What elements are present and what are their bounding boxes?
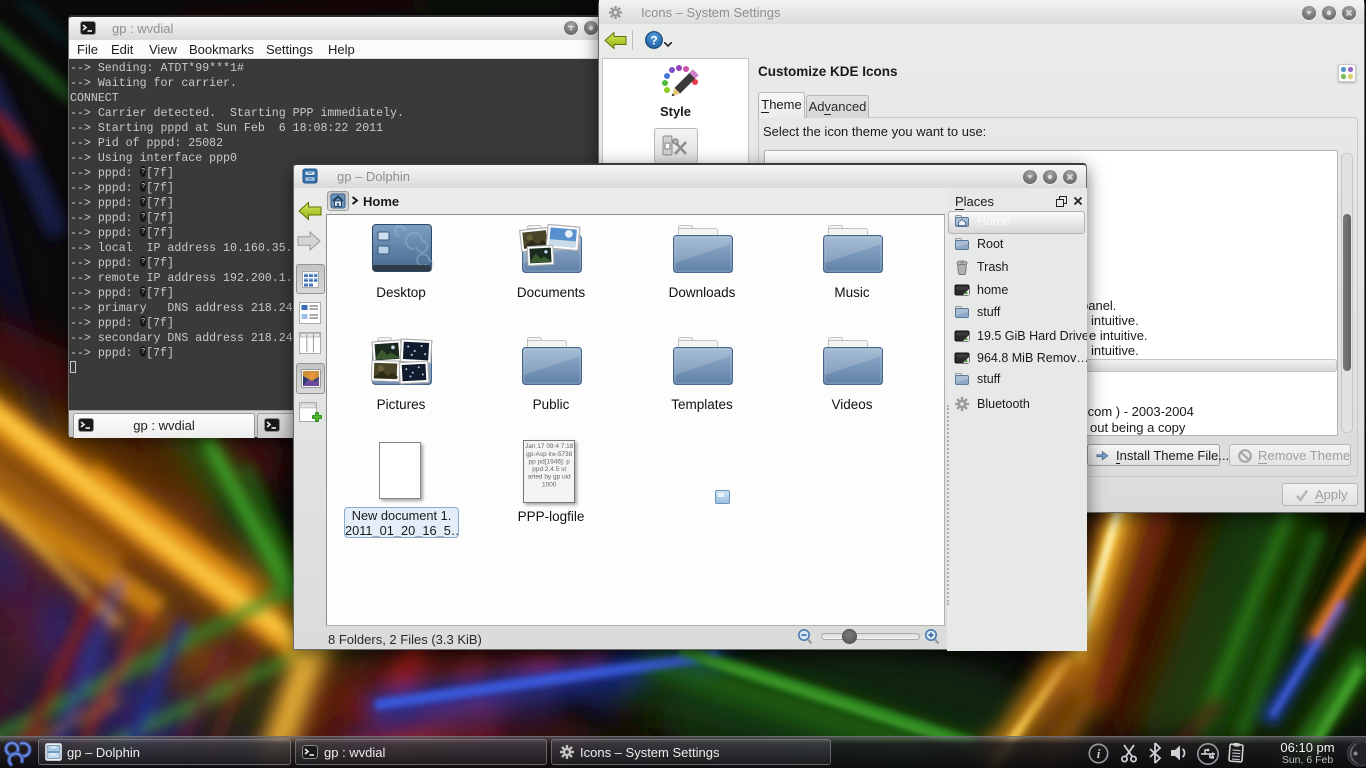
svg-text:?: ? xyxy=(650,33,657,47)
svg-text:i: i xyxy=(1097,746,1101,761)
